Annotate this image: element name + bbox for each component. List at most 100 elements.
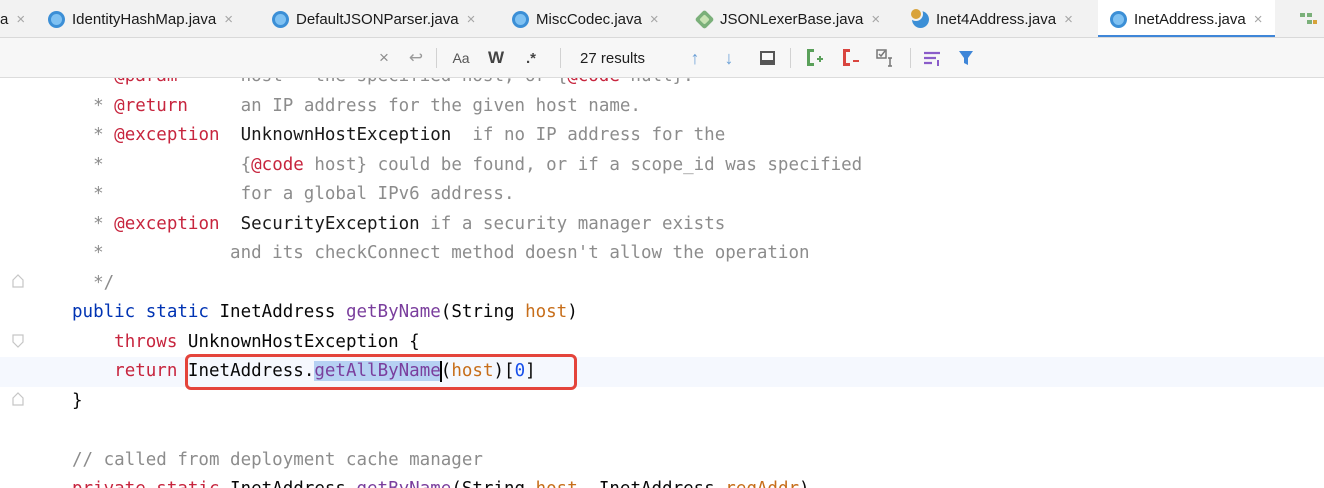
code-token: UnknownHostException	[240, 125, 452, 145]
code-line[interactable]: * @exception UnknownHostException if no …	[0, 121, 1324, 151]
code-line[interactable]: public static InetAddress getByName(Stri…	[0, 298, 1324, 328]
code-line-text: }	[72, 387, 83, 417]
code-token: )	[799, 479, 810, 488]
whole-words-toggle[interactable]: W	[482, 38, 510, 78]
next-occurrence-icon[interactable]: ↓	[716, 38, 742, 78]
code-line[interactable]: // called from deployment cache manager	[0, 446, 1324, 476]
code-line-text: private static InetAddress getByName(Str…	[72, 475, 810, 488]
code-token: @exception	[114, 125, 220, 145]
editor-tab-bar: a × IdentityHashMap.java × DefaultJSONPa…	[0, 0, 1324, 38]
code-token: * {	[72, 154, 252, 175]
code-line-text: */	[72, 269, 114, 299]
code-token: *	[72, 78, 114, 86]
code-line[interactable]: throws UnknownHostException {	[0, 328, 1324, 358]
code-line[interactable]: * {@code host} could be found, or if a s…	[0, 151, 1324, 181]
code-token: *	[72, 213, 115, 234]
filter-context-icon[interactable]	[754, 38, 780, 78]
code-token: if no IP address for the	[451, 125, 726, 145]
select-all-occurrences-icon[interactable]	[872, 38, 902, 78]
code-line-text: * @exception SecurityException if a secu…	[72, 210, 725, 240]
code-token: @return	[114, 95, 188, 116]
close-icon[interactable]: ×	[871, 11, 880, 28]
tab-label: a	[0, 10, 9, 28]
tab-label: IdentityHashMap.java	[72, 10, 217, 28]
code-token: reqAddr	[725, 479, 799, 488]
code-token: public static	[72, 302, 220, 322]
code-token: host	[525, 302, 568, 322]
close-icon[interactable]: ×	[1254, 11, 1263, 28]
abstract-class-icon	[694, 9, 715, 29]
close-icon[interactable]: ×	[224, 11, 233, 28]
code-line[interactable]: private static InetAddress getByName(Str…	[0, 475, 1324, 488]
code-token: SecurityException	[240, 213, 420, 234]
tab-misccodec[interactable]: MiscCodec.java ×	[512, 0, 659, 37]
tab-defaultjsonparser[interactable]: DefaultJSONParser.java ×	[272, 0, 476, 37]
code-token: * for a global IPv6 address.	[72, 184, 515, 204]
code-line[interactable]: * and its checkConnect method doesn't al…	[0, 239, 1324, 269]
code-token: @exception	[114, 213, 220, 234]
code-token: private static	[72, 479, 230, 488]
code-line-text: // called from deployment cache manager	[72, 446, 483, 476]
code-line[interactable]: * @return an IP address for the given ho…	[0, 92, 1324, 122]
regex-toggle[interactable]: .*	[516, 38, 546, 78]
java-class-icon	[1110, 10, 1127, 28]
new-line-icon[interactable]: ↩	[402, 38, 430, 78]
tab-inetaddress[interactable]: InetAddress.java ×	[1098, 0, 1275, 37]
code-line[interactable]: */	[0, 269, 1324, 299]
code-editor[interactable]: * @param host the specified host, or {@c…	[0, 78, 1324, 488]
code-line[interactable]: }	[0, 387, 1324, 417]
tab-jsonlexerbase[interactable]: JSONLexerBase.java ×	[694, 0, 880, 37]
code-token: (String	[451, 479, 535, 488]
structure-icon[interactable]	[1299, 11, 1317, 27]
code-token: */	[72, 272, 115, 293]
close-icon[interactable]: ×	[650, 11, 659, 28]
regex-label: .*	[525, 49, 536, 67]
code-token: }	[72, 390, 83, 411]
code-line-text: * @param host the specified host, or {@c…	[72, 78, 694, 92]
highlight-annotation-box	[185, 354, 577, 390]
code-line-text: * @return an IP address for the given ho…	[72, 92, 641, 122]
previous-occurrence-icon[interactable]: ↑	[682, 38, 708, 78]
close-icon[interactable]: ×	[16, 11, 25, 28]
tab-partial[interactable]: a ×	[0, 0, 25, 37]
code-token: getByName	[356, 479, 451, 488]
code-line[interactable]	[0, 416, 1324, 446]
search-options-icon[interactable]	[918, 38, 946, 78]
toolbar-divider	[560, 48, 561, 68]
code-token: throws	[114, 331, 188, 352]
tab-label: DefaultJSONParser.java	[296, 10, 459, 28]
tab-identityhashmap[interactable]: IdentityHashMap.java ×	[48, 0, 233, 37]
code-token: // called from deployment cache manager	[72, 449, 483, 470]
tab-inet4address[interactable]: Inet4Address.java ×	[909, 0, 1073, 37]
java-class-icon	[272, 10, 289, 28]
code-line[interactable]: * for a global IPv6 address.	[0, 180, 1324, 210]
code-line[interactable]: * @exception SecurityException if a secu…	[0, 210, 1324, 240]
close-icon[interactable]: ×	[1064, 11, 1073, 28]
close-icon[interactable]: ×	[467, 11, 476, 28]
code-line-text: * for a global IPv6 address.	[72, 180, 515, 210]
match-case-toggle[interactable]: Aa	[446, 38, 476, 78]
find-toolbar: × ↩ Aa W .* 27 results ↑ ↓	[0, 38, 1324, 78]
java-class-icon	[48, 10, 65, 28]
java-class-icon	[512, 10, 529, 28]
toolbar-divider	[910, 48, 911, 68]
code-token: an IP address for the given host name.	[187, 95, 641, 116]
tab-label: JSONLexerBase.java	[720, 10, 864, 28]
filter-icon[interactable]	[952, 38, 980, 78]
clear-search-icon[interactable]: ×	[372, 38, 396, 78]
code-token: host} could be found, or if a scope_id w…	[303, 154, 863, 175]
code-token: , InetAddress	[578, 479, 726, 488]
code-line[interactable]: * @param host the specified host, or {@c…	[0, 78, 1324, 92]
toolbar-divider	[790, 48, 791, 68]
java-class-icon	[909, 6, 929, 28]
code-token: host the specified host, or {	[177, 78, 568, 86]
remove-occurrence-icon[interactable]	[836, 38, 864, 78]
code-token: * and its checkConnect method doesn't al…	[72, 243, 810, 263]
add-occurrence-icon[interactable]	[800, 38, 828, 78]
code-token: host	[536, 479, 578, 488]
code-line-text: * and its checkConnect method doesn't al…	[72, 239, 810, 269]
search-results-count: 27 results	[580, 49, 646, 67]
